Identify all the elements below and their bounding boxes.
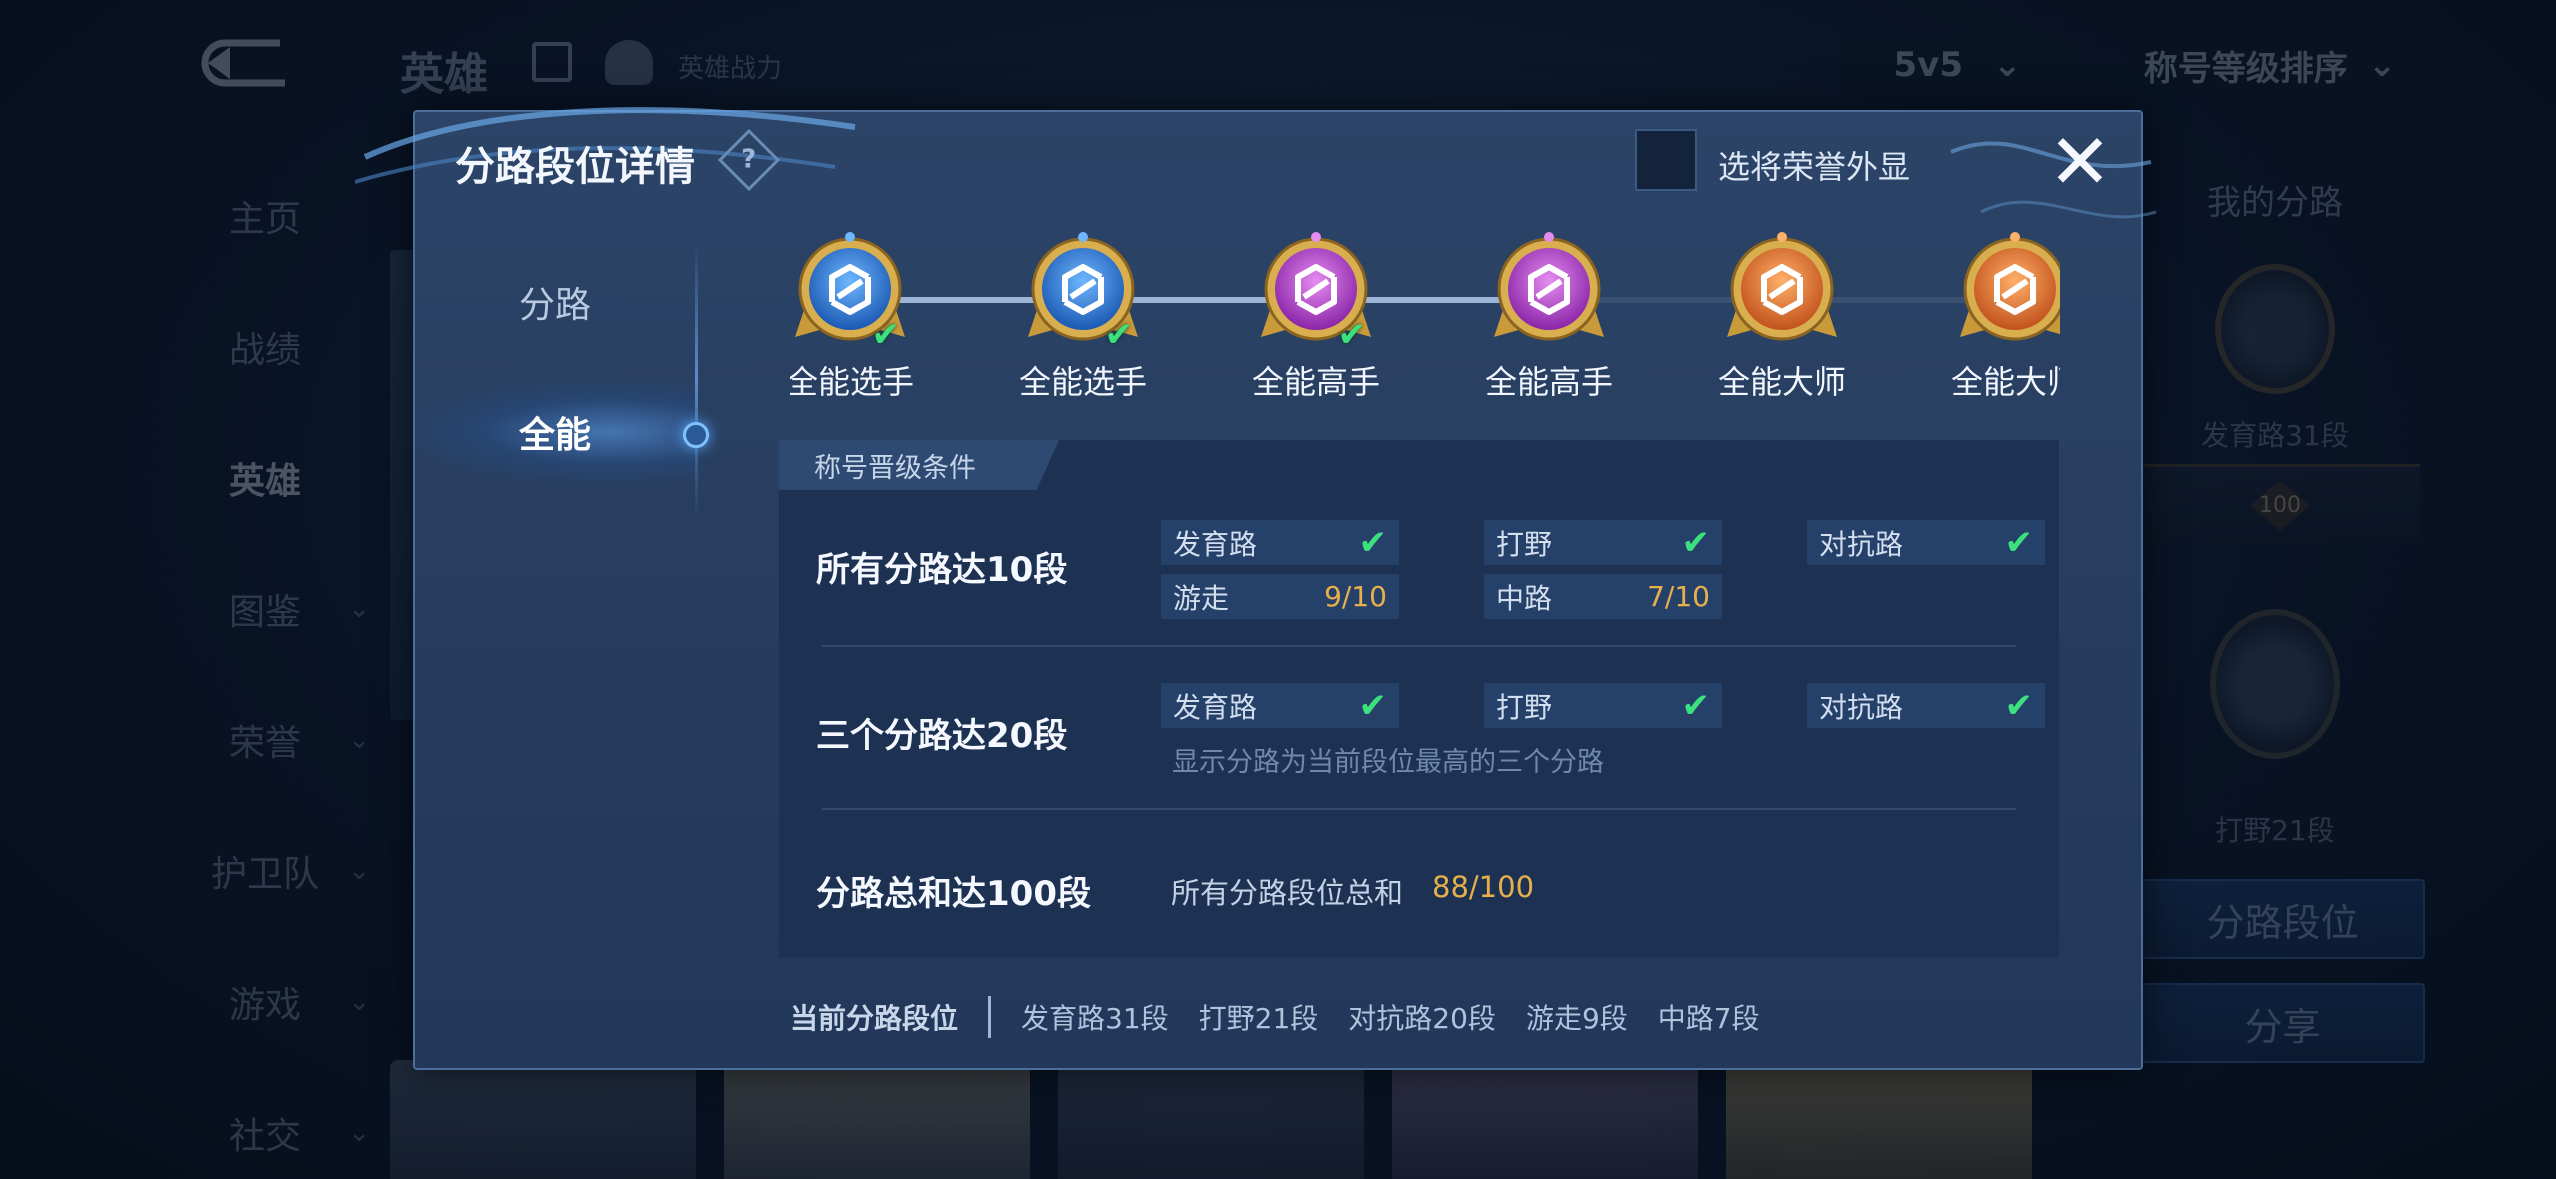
tab-label: 全能 <box>518 415 591 456</box>
lane-name: 发育路 <box>1173 690 1258 724</box>
check-icon: ✔ <box>1681 685 1711 726</box>
condition-label: 分路总和达100段 <box>816 874 1091 914</box>
title-medal[interactable]: 全能大师 <box>1930 227 2060 403</box>
lane-chip: 发育路 ✔ <box>1161 520 1399 565</box>
medal-emblem-icon <box>1722 227 1842 357</box>
check-icon: ✔ <box>1681 522 1711 563</box>
lane-rank-item: 发育路31段 <box>1021 1002 1169 1035</box>
lane-chip: 中路 7/10 <box>1484 574 1722 619</box>
lane-name: 对抗路 <box>1819 690 1904 724</box>
tab-allround[interactable]: 全能 <box>415 382 695 482</box>
divider <box>822 645 2016 647</box>
close-icon[interactable]: ✕ <box>2040 122 2120 202</box>
lane-rank-item: 中路7段 <box>1657 1002 1760 1035</box>
check-icon: ✔ <box>2004 685 2034 726</box>
lane-chip: 打野 ✔ <box>1484 520 1722 565</box>
lane-name: 游走 <box>1173 581 1230 615</box>
lane-rank-item: 游走9段 <box>1525 1002 1628 1035</box>
medal-emblem-icon: ✔ <box>1256 227 1376 357</box>
title-medal[interactable]: 全能高手 <box>1464 227 1634 403</box>
tab-divider <box>695 242 698 512</box>
check-icon: ✔ <box>871 315 901 355</box>
medal-name: 全能选手 <box>790 363 914 401</box>
tab-lane[interactable]: 分路 <box>415 252 695 352</box>
check-icon: ✔ <box>1358 685 1388 726</box>
lane-name: 打野 <box>1496 527 1553 561</box>
medal-emblem-icon <box>1489 227 1609 357</box>
title-medal[interactable]: 全能大师 <box>1697 227 1867 403</box>
lane-chip: 打野 ✔ <box>1484 683 1722 728</box>
medal-name: 全能高手 <box>1484 363 1613 401</box>
conditions-header: 称号晋级条件 <box>779 440 1059 490</box>
lane-chip: 发育路 ✔ <box>1161 683 1399 728</box>
lane-rank-item: 对抗路20段 <box>1348 1002 1496 1035</box>
lane-chip: 游走 9/10 <box>1161 574 1399 619</box>
lane-name: 中路 <box>1496 581 1553 615</box>
medal-emblem-icon <box>1955 227 2060 357</box>
help-glyph: ? <box>741 145 757 175</box>
condition-label: 三个分路达20段 <box>816 716 1068 756</box>
current-ranks-label: 当前分路段位 <box>790 1002 959 1035</box>
sum-progress: 88/100 <box>1432 870 1535 904</box>
lane-progress: 7/10 <box>1647 580 1710 613</box>
lane-progress: 9/10 <box>1324 580 1387 613</box>
lane-rank-item: 打野21段 <box>1198 1002 1319 1035</box>
check-icon: ✔ <box>1358 522 1388 563</box>
current-lane-ranks: 当前分路段位 发育路31段 打野21段 对抗路20段 游走9段 中路7段 <box>790 992 1760 1042</box>
sum-label: 所有分路段位总和 <box>1171 876 1404 910</box>
lane-name: 对抗路 <box>1819 527 1904 561</box>
lane-name: 打野 <box>1496 690 1553 724</box>
honor-display-label[interactable]: 选将荣誉外显 <box>1718 142 1910 188</box>
title-medal[interactable]: ✔ 全能高手 <box>1231 227 1401 403</box>
medal-emblem-icon: ✔ <box>790 227 910 357</box>
promotion-conditions-panel: 称号晋级条件 所有分路达10段 发育路 ✔ 打野 ✔ 对抗路 ✔ 游走 9/10 中路 7… <box>779 440 2059 958</box>
medal-name: 全能大师 <box>1950 363 2060 401</box>
title-medal[interactable]: ✔ 全能选手 <box>790 227 935 403</box>
divider <box>988 996 992 1038</box>
title-medal[interactable]: ✔ 全能选手 <box>998 227 1168 403</box>
medal-emblem-icon: ✔ <box>1023 227 1143 357</box>
tab-label: 分路 <box>518 285 591 326</box>
dialog-title: 分路段位详情 <box>455 144 695 190</box>
medal-name: 全能选手 <box>1018 363 1147 401</box>
lane-rank-detail-dialog: 分路段位详情 ? 选将荣誉外显 ✕ 分路 全能 ✔ 全能选手 ✔ 全能选手 ✔ 全能高手全… <box>355 107 2157 1070</box>
check-icon: ✔ <box>1104 315 1134 355</box>
lane-chip: 对抗路 ✔ <box>1807 520 2045 565</box>
check-icon: ✔ <box>2004 522 2034 563</box>
progress-line-complete <box>850 297 1550 303</box>
lane-name: 发育路 <box>1173 527 1258 561</box>
condition-label: 所有分路达10段 <box>816 550 1068 590</box>
honor-display-checkbox[interactable] <box>1635 129 1697 191</box>
dialog-tabs: 分路 全能 <box>415 232 709 632</box>
title-medal-track: ✔ 全能选手 ✔ 全能选手 ✔ 全能高手 全能高手 全能大师 全能大师 <box>790 227 2060 407</box>
condition-note: 显示分路为当前段位最高的三个分路 <box>1172 747 1604 778</box>
check-icon: ✔ <box>1337 315 1367 355</box>
medal-name: 全能大师 <box>1717 363 1846 401</box>
divider <box>822 808 2016 810</box>
lane-chip: 对抗路 ✔ <box>1807 683 2045 728</box>
active-tab-indicator <box>683 422 709 448</box>
medal-name: 全能高手 <box>1251 363 1380 401</box>
